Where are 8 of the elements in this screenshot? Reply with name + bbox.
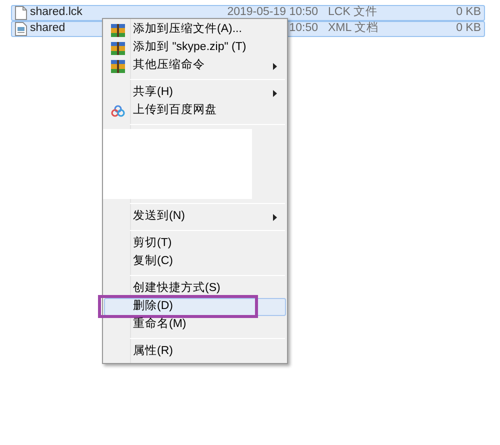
file-size: 0 KB [456, 21, 481, 36]
file-name: shared.lck [30, 6, 82, 18]
file-name: shared [30, 22, 66, 34]
file-type: LCK 文件 [328, 4, 379, 20]
file-size: 0 KB [456, 5, 481, 20]
file-date: 10:50 [289, 21, 318, 36]
file-type: XML 文档 [328, 20, 380, 36]
file-date: 2019-05-19 10:50 [227, 5, 318, 20]
